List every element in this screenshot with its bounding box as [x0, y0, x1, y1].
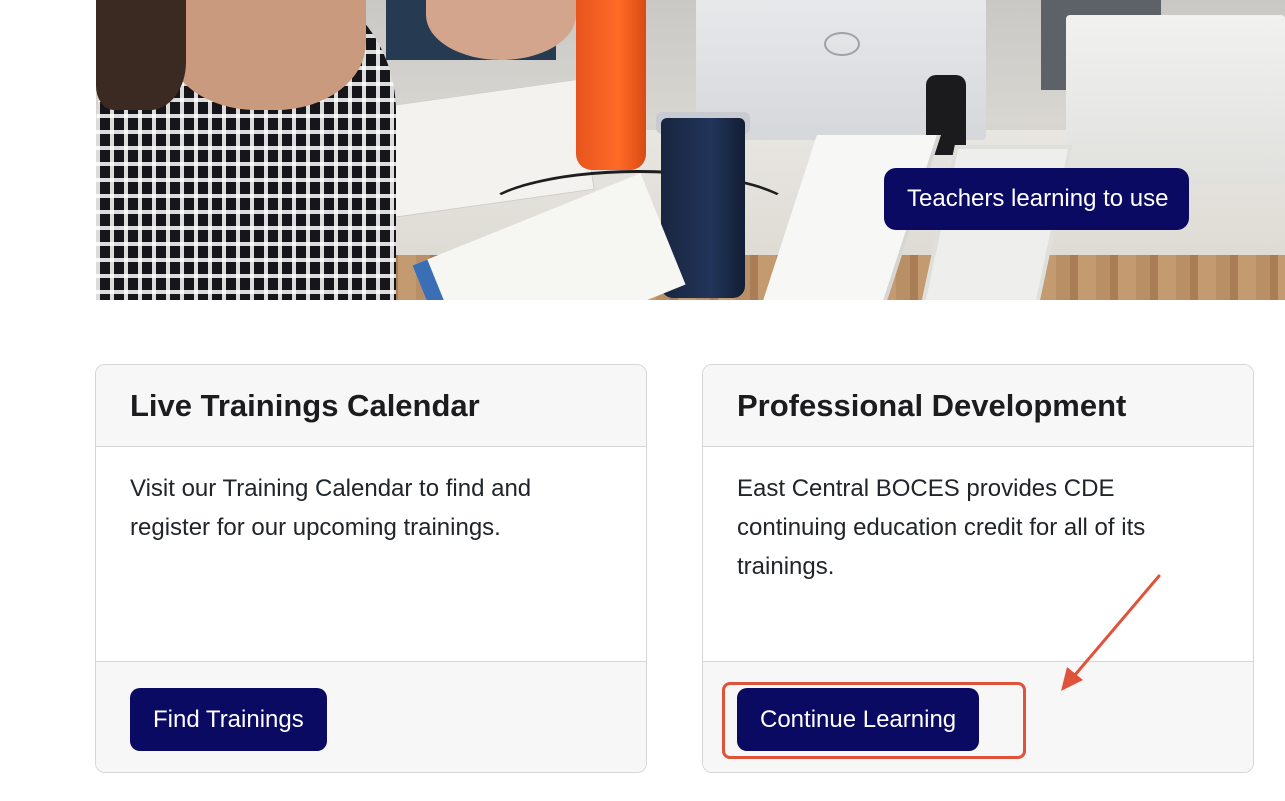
card-text: Visit our Training Calendar to find and … [130, 475, 532, 541]
hero-image [96, 0, 1285, 300]
card-header: Professional Development [703, 365, 1253, 447]
card-header: Live Trainings Calendar [96, 365, 646, 447]
card-footer: Find Trainings [96, 661, 646, 772]
card-title: Professional Development [737, 388, 1127, 423]
find-trainings-button[interactable]: Find Trainings [130, 688, 327, 751]
arrow-icon [1061, 574, 1161, 691]
hero-caption: Teachers learning to use [884, 168, 1189, 230]
page: Teachers learning to use Live Trainings … [0, 0, 1285, 801]
card-body: Visit our Training Calendar to find and … [96, 447, 646, 663]
card-live-trainings: Live Trainings Calendar Visit our Traini… [95, 364, 647, 773]
card-body: East Central BOCES provides CDE continui… [703, 447, 1253, 663]
card-text: East Central BOCES provides CDE continui… [737, 475, 1146, 580]
annotation-highlight-box [722, 682, 1026, 759]
card-title: Live Trainings Calendar [130, 388, 480, 423]
